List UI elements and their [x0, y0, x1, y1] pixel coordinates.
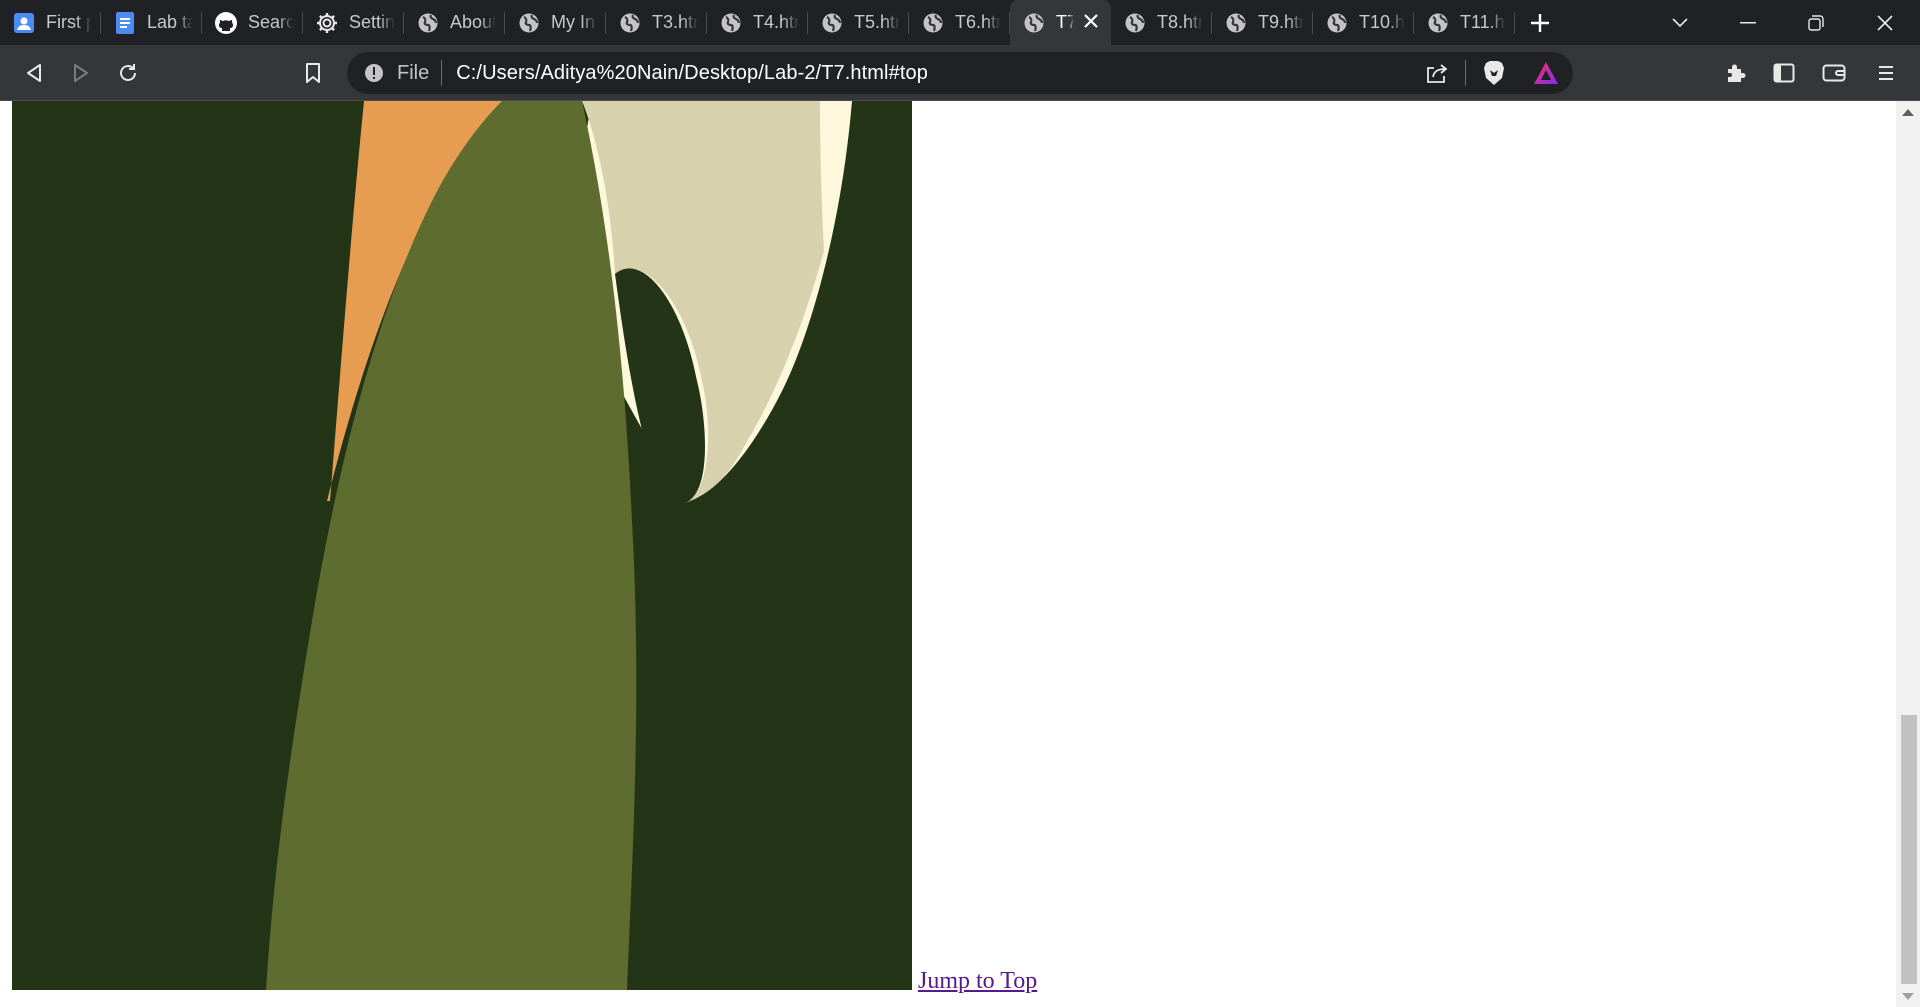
- tab-label: T8.htm: [1157, 12, 1203, 32]
- globe-icon: [1325, 11, 1349, 35]
- url-text[interactable]: C:/Users/Aditya%20Nain/Desktop/Lab-2/T7.…: [456, 62, 928, 85]
- tab-label: T10.ht: [1359, 12, 1405, 32]
- new-tab-button[interactable]: [1515, 0, 1565, 45]
- globe-icon: [820, 11, 844, 35]
- tab-list: First p Lab ta Search Settin About My In T3.ht…: [0, 0, 1515, 45]
- globe-icon: [1426, 11, 1450, 35]
- tab[interactable]: Lab ta: [101, 0, 202, 45]
- chevron-down-icon: [1672, 17, 1688, 27]
- tab-label: Settin: [349, 12, 395, 32]
- tab[interactable]: T4.htm: [707, 0, 808, 45]
- tab[interactable]: T11.ht: [1414, 0, 1515, 45]
- globe-icon: [719, 11, 743, 35]
- contacts-icon: [12, 11, 36, 35]
- globe-icon: [416, 11, 440, 35]
- tab[interactable]: First p: [0, 0, 101, 45]
- tab[interactable]: T5.htm: [808, 0, 909, 45]
- abstract-artwork: [12, 101, 912, 990]
- tab-label: T4.htm: [753, 12, 799, 32]
- page-content: Jump to Top: [0, 101, 1896, 1007]
- tab[interactable]: T3.htm: [606, 0, 707, 45]
- puzzle-icon: [1728, 64, 1746, 82]
- globe-icon: [1123, 11, 1147, 35]
- minimize-icon: [1740, 21, 1756, 23]
- globe-icon: [1022, 11, 1046, 35]
- globe-icon: [618, 11, 642, 35]
- globe-icon: [1224, 11, 1248, 35]
- scrollbar-thumb[interactable]: [1901, 715, 1917, 984]
- settings-icon: [315, 11, 339, 35]
- forward-arrow-icon: [74, 64, 88, 82]
- tab[interactable]: Search: [202, 0, 303, 45]
- back-button[interactable]: [14, 53, 54, 93]
- scroll-up-arrow-icon[interactable]: [1902, 109, 1914, 116]
- jump-to-top-link[interactable]: Jump to Top: [918, 968, 1037, 995]
- tab[interactable]: T6.htm: [909, 0, 1010, 45]
- tab-label: T7: [1056, 12, 1074, 32]
- close-icon: [1877, 14, 1893, 31]
- tab-close-icon[interactable]: [1084, 11, 1098, 34]
- back-arrow-icon: [27, 64, 41, 82]
- globe-icon: [517, 11, 541, 35]
- brave-shields-icon[interactable]: [1482, 60, 1506, 86]
- omnibox-divider: [441, 60, 443, 86]
- wallet-icon: [1822, 64, 1846, 82]
- share-icon[interactable]: [1425, 62, 1449, 84]
- tab-label: T11.ht: [1460, 12, 1506, 32]
- brave-rewards-icon[interactable]: [1533, 61, 1559, 85]
- wallet-button[interactable]: [1814, 53, 1854, 93]
- tab-label: T6.htm: [955, 12, 1001, 32]
- info-icon[interactable]: [363, 62, 385, 84]
- sidebar-button[interactable]: [1764, 53, 1804, 93]
- omnibox-divider-2: [1465, 60, 1466, 86]
- tab-search-button[interactable]: [1650, 0, 1710, 45]
- restore-icon: [1808, 14, 1824, 31]
- forward-button[interactable]: [61, 53, 101, 93]
- reload-button[interactable]: [108, 53, 148, 93]
- tab-strip: First p Lab ta Search Settin About My In T3.ht…: [0, 0, 1920, 45]
- hamburger-menu-icon: [1879, 66, 1893, 80]
- tab-label: Search: [248, 12, 294, 32]
- tab[interactable]: T8.htm: [1111, 0, 1212, 45]
- tab-label: T5.htm: [854, 12, 900, 32]
- toolbar: File C:/Users/Aditya%20Nain/Desktop/Lab-…: [0, 45, 1920, 101]
- globe-icon: [921, 11, 945, 35]
- scroll-down-arrow-icon[interactable]: [1902, 993, 1914, 1000]
- tab[interactable]: My In: [505, 0, 606, 45]
- tab[interactable]: T9.htm: [1212, 0, 1313, 45]
- reload-icon: [120, 64, 136, 81]
- bookmark-button[interactable]: [293, 53, 333, 93]
- tab-label: First p: [46, 12, 92, 32]
- address-bar[interactable]: File C:/Users/Aditya%20Nain/Desktop/Lab-…: [347, 52, 1573, 94]
- menu-button[interactable]: [1866, 53, 1906, 93]
- github-icon: [214, 11, 238, 35]
- tab-active[interactable]: T7: [1010, 0, 1111, 45]
- tab[interactable]: T10.ht: [1313, 0, 1414, 45]
- scheme-label: File: [397, 61, 430, 84]
- tab-label: Lab ta: [147, 12, 193, 32]
- docs-icon: [113, 11, 137, 35]
- vertical-scrollbar[interactable]: [1896, 101, 1920, 1007]
- minimize-button[interactable]: [1718, 0, 1778, 45]
- plus-icon: [1531, 13, 1549, 32]
- extensions-button[interactable]: [1716, 53, 1756, 93]
- tab-separator: [1514, 12, 1515, 34]
- bookmark-icon: [306, 63, 320, 83]
- tab-label: About: [450, 12, 496, 32]
- restore-button[interactable]: [1786, 0, 1846, 45]
- tab-label: My In: [551, 12, 596, 32]
- tab[interactable]: About: [404, 0, 505, 45]
- tab-label: T9.htm: [1258, 12, 1304, 32]
- tab[interactable]: Settin: [303, 0, 404, 45]
- tab-label: T3.htm: [652, 12, 698, 32]
- close-window-button[interactable]: [1855, 0, 1915, 45]
- sidebar-icon: [1773, 63, 1795, 83]
